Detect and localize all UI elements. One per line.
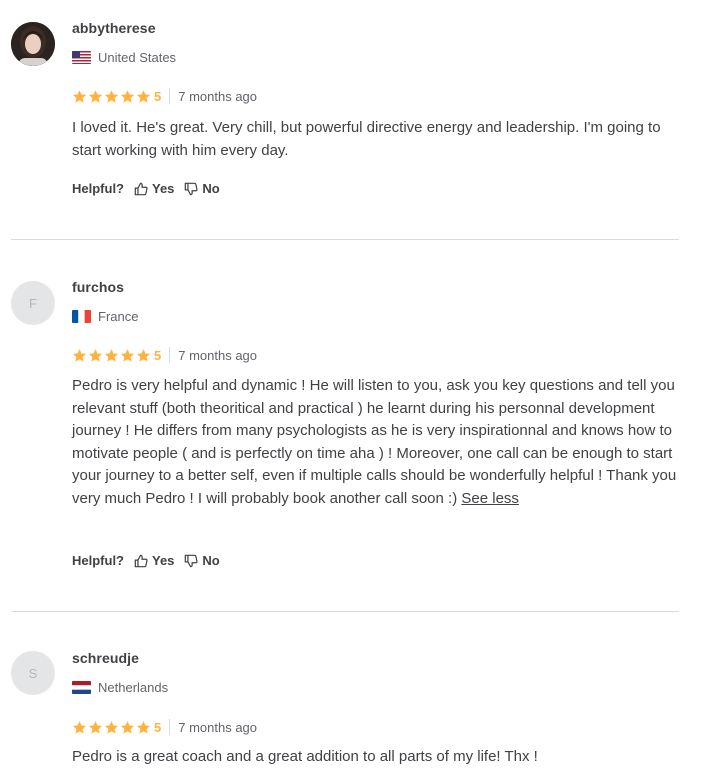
star-icon: [120, 89, 135, 103]
star-icon: [88, 89, 103, 103]
helpful-label: Helpful?: [72, 553, 124, 568]
nl-flag-icon: [72, 681, 91, 694]
helpful-row: Helpful? Yes No: [72, 181, 230, 196]
thumbs-down-icon: [185, 554, 199, 567]
star-icon: [136, 348, 151, 362]
avatar[interactable]: F: [11, 281, 55, 325]
see-less-link[interactable]: See less: [461, 490, 519, 507]
rating-value: 5: [154, 347, 162, 363]
avatar-letter: F: [29, 295, 37, 311]
star-icon: [120, 720, 135, 734]
review-text: Pedro is very helpful and dynamic ! He w…: [72, 375, 682, 510]
rating-value: 5: [154, 88, 162, 104]
rating-row: 5 7 months ago: [72, 719, 257, 735]
helpful-no-label: No: [202, 553, 220, 568]
review-text-content: Pedro is a great coach and a great addit…: [72, 748, 538, 765]
review-text-content: Pedro is very helpful and dynamic ! He w…: [72, 377, 677, 507]
us-flag-icon: [72, 51, 91, 64]
helpful-label: Helpful?: [72, 181, 124, 196]
review-time: 7 months ago: [178, 347, 258, 363]
thumbs-down-icon: [185, 182, 199, 195]
country-name: France: [98, 309, 139, 324]
separator: [169, 347, 171, 363]
username[interactable]: abbytherese: [72, 20, 156, 36]
rating-row: 5 7 months ago: [72, 347, 257, 363]
avatar-letter: S: [28, 665, 38, 681]
separator: [169, 88, 171, 104]
avatar[interactable]: [11, 22, 55, 66]
separator: [169, 719, 171, 735]
star-rating: [72, 348, 152, 363]
helpful-yes-label: Yes: [152, 181, 175, 196]
star-icon: [104, 348, 119, 362]
star-icon: [104, 89, 119, 103]
rating-row: 5 7 months ago: [72, 88, 257, 104]
country: United States: [72, 50, 176, 65]
star-icon: [88, 348, 103, 362]
review-text: Pedro is a great coach and a great addit…: [72, 746, 682, 769]
star-icon: [136, 720, 151, 734]
thumbs-up-icon: [134, 182, 148, 195]
country: France: [72, 309, 138, 324]
avatar[interactable]: S: [11, 651, 55, 695]
username[interactable]: schreudje: [72, 650, 139, 666]
divider: [11, 611, 679, 612]
review-time: 7 months ago: [178, 719, 258, 735]
review-text: I loved it. He's great. Very chill, but …: [72, 117, 682, 162]
star-rating: [72, 89, 152, 104]
helpful-no-label: No: [202, 181, 220, 196]
star-icon: [136, 89, 151, 103]
star-icon: [104, 720, 119, 734]
fr-flag-icon: [72, 310, 91, 323]
star-icon: [72, 89, 87, 103]
helpful-row: Helpful? Yes No: [72, 553, 230, 568]
country: Netherlands: [72, 680, 168, 695]
helpful-no-button[interactable]: No: [184, 553, 220, 568]
country-name: Netherlands: [98, 680, 169, 695]
star-rating: [72, 720, 152, 735]
helpful-yes-button[interactable]: Yes: [134, 553, 174, 568]
thumbs-up-icon: [134, 554, 148, 567]
star-icon: [120, 348, 135, 362]
username[interactable]: furchos: [72, 279, 124, 295]
star-icon: [88, 720, 103, 734]
rating-value: 5: [154, 719, 162, 735]
divider: [11, 239, 679, 240]
review-time: 7 months ago: [178, 88, 258, 104]
helpful-no-button[interactable]: No: [184, 181, 220, 196]
star-icon: [72, 348, 87, 362]
helpful-yes-label: Yes: [152, 553, 175, 568]
country-name: United States: [98, 50, 177, 65]
review-text-content: I loved it. He's great. Very chill, but …: [72, 119, 661, 159]
helpful-yes-button[interactable]: Yes: [134, 181, 174, 196]
star-icon: [72, 720, 87, 734]
